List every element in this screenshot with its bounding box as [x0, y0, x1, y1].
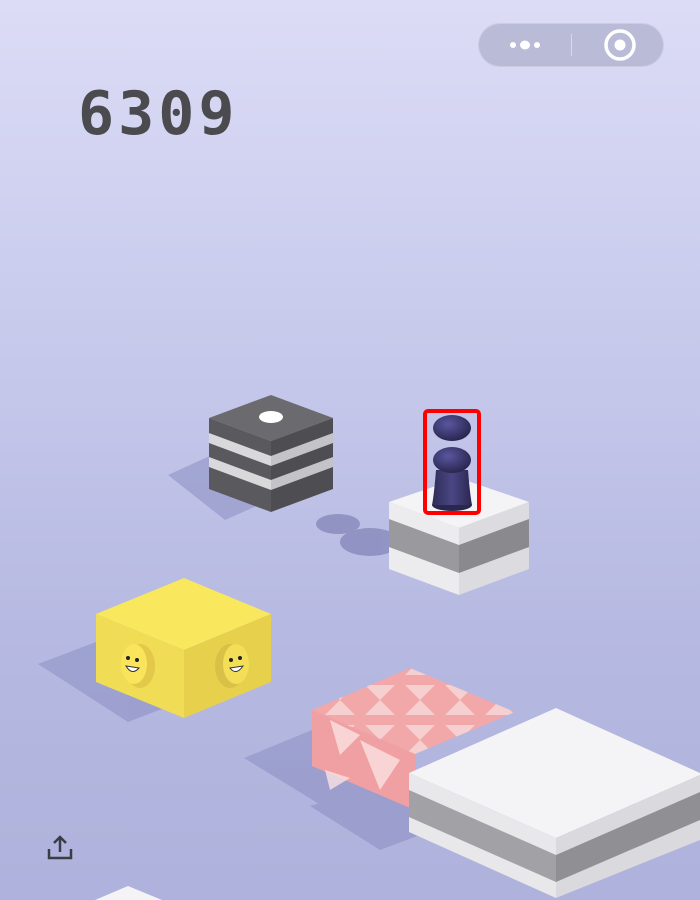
- share-button[interactable]: [44, 832, 76, 864]
- partial-white-block: [95, 886, 162, 900]
- mini-program-capsule: [478, 23, 664, 67]
- game-screen[interactable]: 6309: [0, 0, 700, 900]
- score-display: 6309: [78, 79, 239, 149]
- more-button[interactable]: [479, 24, 571, 66]
- close-button[interactable]: [572, 24, 664, 66]
- dark-striped-cube: [209, 395, 333, 512]
- player-pawn: [432, 415, 472, 511]
- pawn-ground-shadow: [316, 514, 400, 556]
- share-upload-icon: [47, 835, 73, 860]
- target-circle-icon: [604, 29, 636, 61]
- more-dots-icon: [510, 40, 540, 50]
